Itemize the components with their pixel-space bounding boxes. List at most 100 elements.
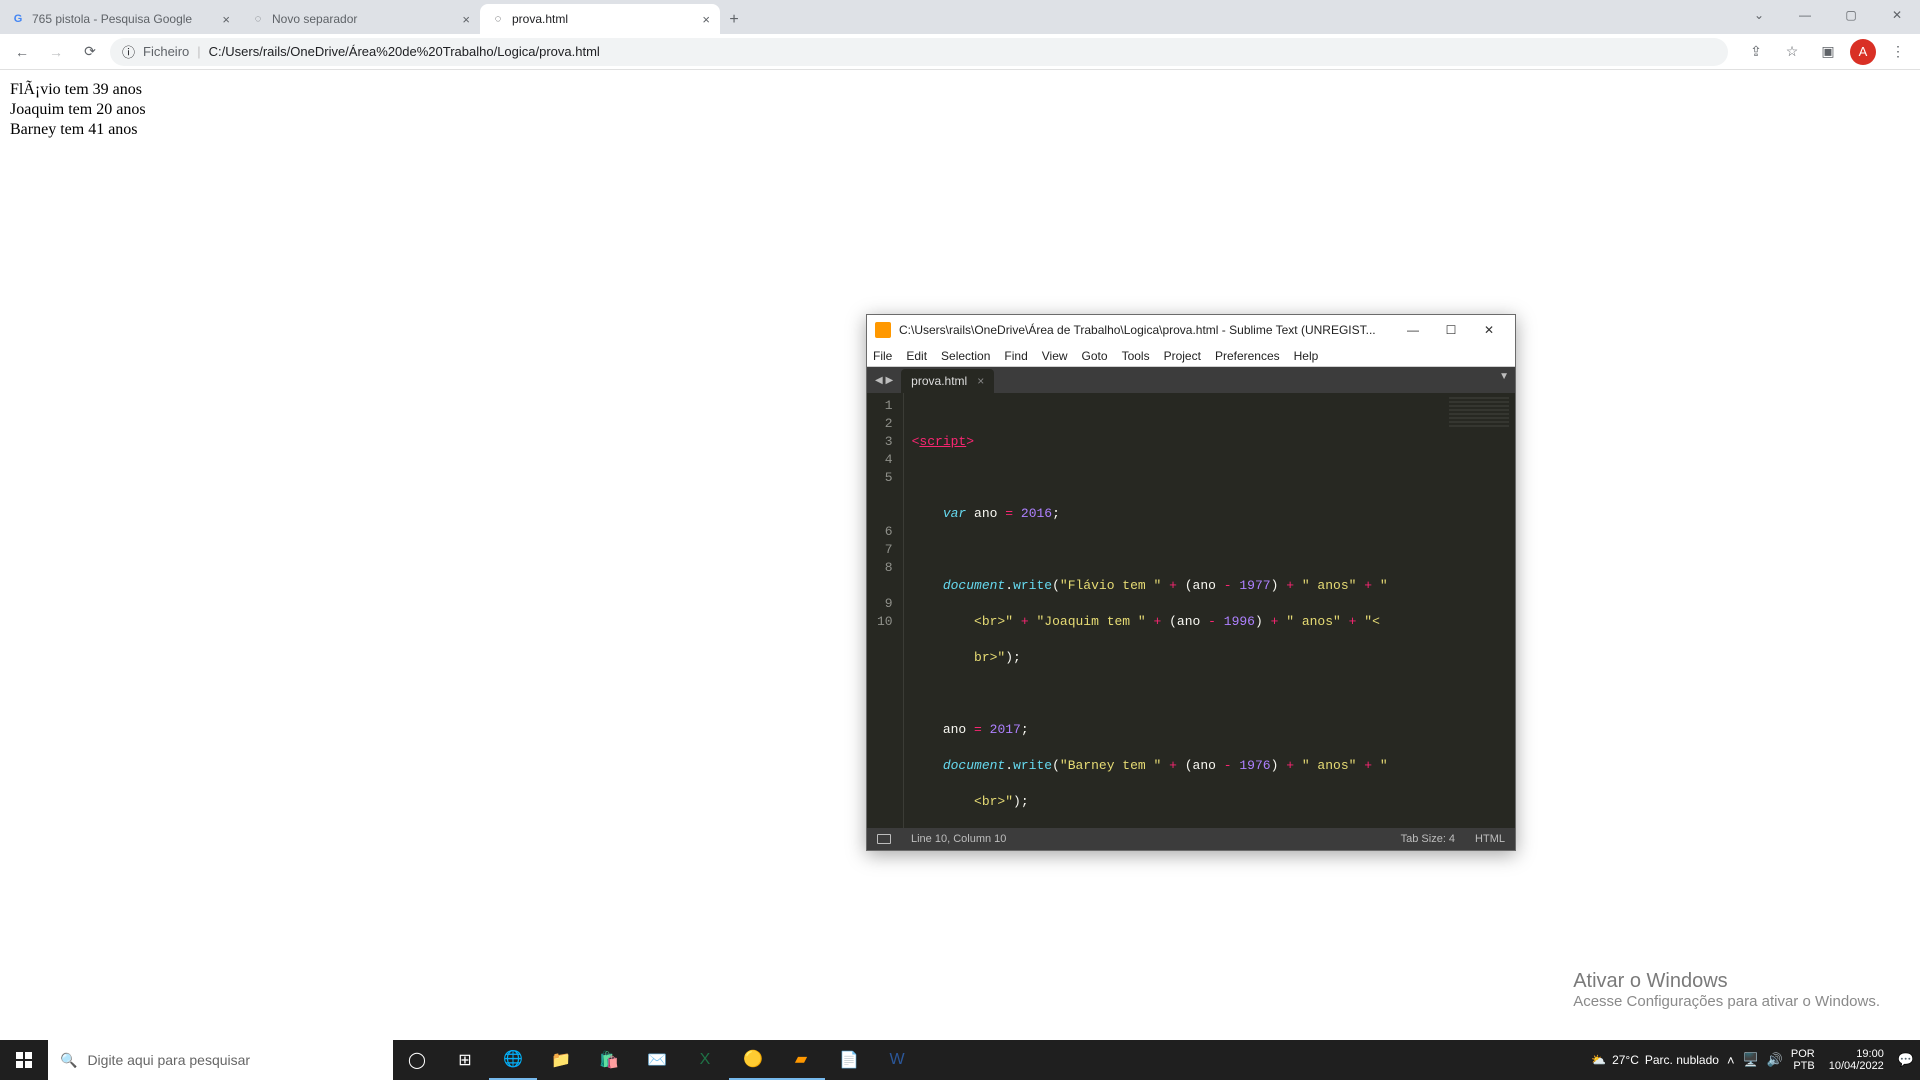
- file-explorer-icon[interactable]: 📁: [537, 1040, 585, 1080]
- chrome-tabbar: G 765 pistola - Pesquisa Google × ◌ Novo…: [0, 0, 1920, 34]
- menu-find[interactable]: Find: [1004, 349, 1027, 363]
- sublime-tabbar: ◀ ▶ prova.html × ▼: [867, 367, 1515, 393]
- chrome-window-controls: ⌄ — ▢ ✕: [1736, 0, 1920, 34]
- sublime-code[interactable]: <script> var ano = 2016; document.write(…: [904, 393, 1515, 828]
- chrome-tab-0[interactable]: G 765 pistola - Pesquisa Google ×: [0, 4, 240, 34]
- watermark-title: Ativar o Windows: [1573, 970, 1880, 993]
- avatar[interactable]: A: [1850, 39, 1876, 65]
- minimize-button[interactable]: —: [1782, 0, 1828, 30]
- watermark-subtitle: Acesse Configurações para ativar o Windo…: [1573, 993, 1880, 1010]
- cortana-icon[interactable]: ◯: [393, 1040, 441, 1080]
- tab-scroll-arrows[interactable]: ◀ ▶: [867, 367, 901, 393]
- sublime-menubar: File Edit Selection Find View Goto Tools…: [867, 345, 1515, 367]
- taskbar-search-placeholder: Digite aqui para pesquisar: [87, 1052, 250, 1068]
- url-path: C:/Users/rails/OneDrive/Área%20de%20Trab…: [209, 44, 600, 59]
- page-text-line: Joaquim tem 20 anos: [10, 100, 1910, 120]
- sublime-statusbar: Line 10, Column 10 Tab Size: 4 HTML: [867, 828, 1515, 850]
- language-indicator[interactable]: POR PTB: [1791, 1048, 1815, 1072]
- side-panel-icon[interactable]: ▣: [1814, 38, 1842, 66]
- chevron-down-icon[interactable]: ⌄: [1736, 0, 1782, 30]
- sublime-icon[interactable]: ▰: [777, 1040, 825, 1080]
- taskbar-search[interactable]: 🔍 Digite aqui para pesquisar: [48, 1040, 393, 1080]
- search-icon: 🔍: [60, 1052, 77, 1069]
- page-text-line: FlÃ¡vio tem 39 anos: [10, 80, 1910, 100]
- menu-help[interactable]: Help: [1294, 349, 1319, 363]
- taskbar-pinned: ◯ ⊞ 🌐 📁 🛍️ ✉️ X 🟡 ▰ 📄 W: [393, 1040, 921, 1080]
- sublime-app-icon: [875, 322, 891, 338]
- menu-project[interactable]: Project: [1164, 349, 1201, 363]
- share-icon[interactable]: ⇪: [1742, 38, 1770, 66]
- display-icon[interactable]: 🖥️: [1743, 1052, 1759, 1068]
- taskbar-time: 19:00: [1829, 1048, 1884, 1060]
- windows-taskbar: 🔍 Digite aqui para pesquisar ◯ ⊞ 🌐 📁 🛍️ …: [0, 1040, 1920, 1080]
- close-icon[interactable]: ×: [222, 12, 230, 27]
- start-button[interactable]: [0, 1040, 48, 1080]
- sublime-editor[interactable]: 12345678910 <script> var ano = 2016; doc…: [867, 393, 1515, 828]
- menu-edit[interactable]: Edit: [906, 349, 927, 363]
- reload-button[interactable]: ⟳: [76, 38, 104, 66]
- menu-file[interactable]: File: [873, 349, 892, 363]
- minimize-button[interactable]: —: [1395, 318, 1431, 342]
- page-text-line: Barney tem 41 anos: [10, 120, 1910, 140]
- volume-icon[interactable]: 🔊: [1767, 1052, 1783, 1068]
- ms-store-icon[interactable]: 🛍️: [585, 1040, 633, 1080]
- chrome-tab-title: Novo separador: [272, 12, 456, 26]
- menu-goto[interactable]: Goto: [1082, 349, 1108, 363]
- menu-preferences[interactable]: Preferences: [1215, 349, 1280, 363]
- forward-button[interactable]: →: [42, 38, 70, 66]
- taskbar-tray: ⛅ 27°C Parc. nublado ˄ 🖥️ 🔊 POR PTB 19:0…: [1591, 1040, 1920, 1080]
- weather-temp: 27°C: [1612, 1053, 1639, 1067]
- close-icon[interactable]: ×: [702, 12, 710, 27]
- menu-tools[interactable]: Tools: [1122, 349, 1150, 363]
- back-button[interactable]: ←: [8, 38, 36, 66]
- status-panel-icon[interactable]: [877, 834, 891, 844]
- url-scheme: Ficheiro: [143, 44, 189, 59]
- tab-dropdown-icon[interactable]: ▼: [1499, 371, 1509, 382]
- url-separator: |: [197, 44, 200, 59]
- generic-favicon-icon: ◌: [250, 11, 266, 27]
- close-button[interactable]: ✕: [1874, 0, 1920, 30]
- weather-condition: Parc. nublado: [1645, 1053, 1719, 1067]
- weather-icon: ⛅: [1591, 1053, 1606, 1067]
- info-icon: ⓘ: [122, 42, 135, 61]
- new-tab-button[interactable]: +: [720, 6, 748, 34]
- generic-favicon-icon: ◌: [490, 11, 506, 27]
- close-button[interactable]: ✕: [1471, 318, 1507, 342]
- chrome-right-icons: ⇪ ☆ ▣ A ⋮: [1742, 38, 1912, 66]
- chevron-up-icon[interactable]: ˄: [1727, 1053, 1735, 1068]
- excel-icon[interactable]: X: [681, 1040, 729, 1080]
- sublime-tab-title: prova.html: [911, 374, 967, 388]
- google-favicon-icon: G: [10, 11, 26, 27]
- edge-icon[interactable]: 🌐: [489, 1040, 537, 1080]
- windows-activation-watermark: Ativar o Windows Acesse Configurações pa…: [1573, 970, 1880, 1010]
- notepad-icon[interactable]: 📄: [825, 1040, 873, 1080]
- word-icon[interactable]: W: [873, 1040, 921, 1080]
- close-icon[interactable]: ×: [462, 12, 470, 27]
- minimap[interactable]: [1449, 397, 1509, 427]
- chrome-tab-1[interactable]: ◌ Novo separador ×: [240, 4, 480, 34]
- taskbar-date: 10/04/2022: [1829, 1060, 1884, 1072]
- mail-icon[interactable]: ✉️: [633, 1040, 681, 1080]
- status-tabsize[interactable]: Tab Size: 4: [1401, 833, 1455, 845]
- action-center-icon[interactable]: 💬: [1898, 1052, 1914, 1068]
- chrome-icon[interactable]: 🟡: [729, 1040, 777, 1080]
- close-icon[interactable]: ×: [977, 374, 984, 388]
- menu-selection[interactable]: Selection: [941, 349, 990, 363]
- status-line-col: Line 10, Column 10: [911, 833, 1006, 845]
- chrome-toolbar: ← → ⟳ ⓘ Ficheiro | C:/Users/rails/OneDri…: [0, 34, 1920, 70]
- taskview-icon[interactable]: ⊞: [441, 1040, 489, 1080]
- chrome-tab-2[interactable]: ◌ prova.html ×: [480, 4, 720, 34]
- sublime-tab-prova[interactable]: prova.html ×: [901, 369, 994, 393]
- chrome-tab-title: 765 pistola - Pesquisa Google: [32, 12, 216, 26]
- menu-view[interactable]: View: [1042, 349, 1068, 363]
- weather-widget[interactable]: ⛅ 27°C Parc. nublado: [1591, 1053, 1719, 1067]
- menu-icon[interactable]: ⋮: [1884, 38, 1912, 66]
- maximize-button[interactable]: ☐: [1433, 318, 1469, 342]
- url-bar[interactable]: ⓘ Ficheiro | C:/Users/rails/OneDrive/Áre…: [110, 38, 1728, 66]
- sublime-titlebar[interactable]: C:\Users\rails\OneDrive\Área de Trabalho…: [867, 315, 1515, 345]
- maximize-button[interactable]: ▢: [1828, 0, 1874, 30]
- status-language[interactable]: HTML: [1475, 833, 1505, 845]
- windows-logo-icon: [16, 1052, 32, 1068]
- taskbar-clock[interactable]: 19:00 10/04/2022: [1823, 1048, 1890, 1072]
- star-icon[interactable]: ☆: [1778, 38, 1806, 66]
